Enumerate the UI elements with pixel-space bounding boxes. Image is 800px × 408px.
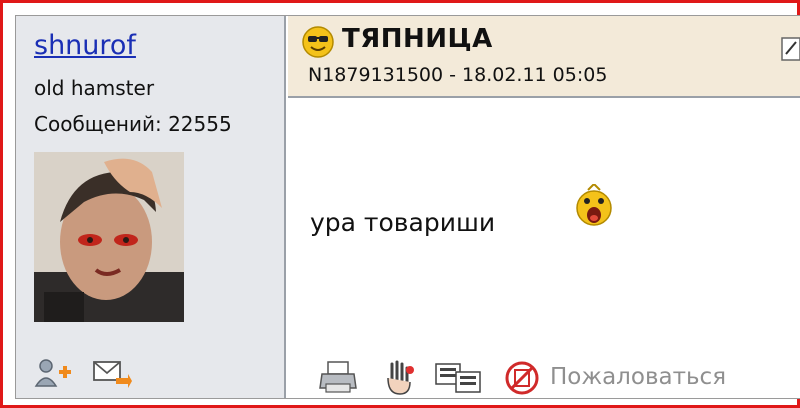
cool-smiley-icon (302, 26, 334, 58)
avatar[interactable] (34, 152, 184, 322)
post-frame: shnurof old hamster Сообщений: 22555 ТЯП… (0, 0, 800, 408)
report-link[interactable]: Пожаловаться (550, 364, 726, 390)
post-meta: N1879131500 - 18.02.11 05:05 (308, 64, 608, 86)
post-body: ура товариши Пожаловаться (288, 98, 800, 398)
post-header: ТЯПНИЦА N1879131500 - 18.02.11 05:05 (288, 16, 800, 98)
author-sidebar: shnurof old hamster Сообщений: 22555 (16, 16, 286, 398)
hand-gesture-icon[interactable] (378, 360, 418, 396)
report-icon[interactable] (504, 360, 544, 396)
post-actions: Пожаловаться (318, 360, 798, 396)
author-rank: old hamster (34, 76, 155, 100)
reply-icon[interactable] (434, 360, 484, 396)
post-title: ТЯПНИЦА (342, 24, 493, 54)
print-icon[interactable] (318, 360, 358, 396)
post-container: shnurof old hamster Сообщений: 22555 ТЯП… (15, 15, 800, 399)
edit-icon[interactable] (780, 36, 800, 62)
screaming-smiley-icon (574, 182, 614, 228)
post-message: ура товариши (310, 208, 496, 237)
send-message-icon[interactable] (92, 356, 132, 390)
add-friend-icon[interactable] (34, 356, 74, 390)
author-username-link[interactable]: shnurof (34, 30, 136, 61)
author-message-count: Сообщений: 22555 (34, 112, 232, 136)
